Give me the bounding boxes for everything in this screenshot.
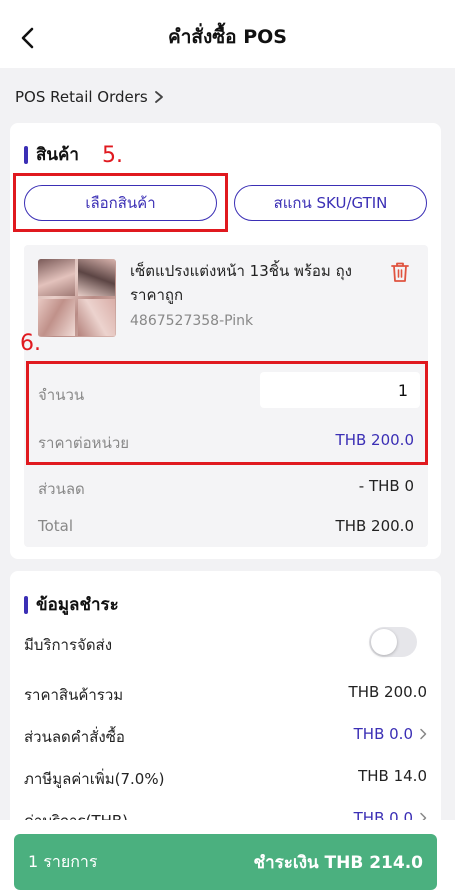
section-accent-bar: [24, 595, 28, 614]
shipping-toggle[interactable]: [369, 627, 417, 657]
annotation-step-5: 5.: [102, 143, 123, 168]
discount-value: - THB 0: [358, 477, 414, 495]
product-thumbnail: [38, 259, 116, 337]
products-section-title: สินค้า: [24, 141, 79, 168]
subtotal-value: THB 200.0: [349, 683, 427, 701]
annotation-step-6: 6.: [20, 331, 41, 356]
discount-label: ส่วนลด: [38, 480, 85, 498]
products-title-label: สินค้า: [36, 145, 79, 165]
checkout-button[interactable]: 1 รายการ ชำระเงิน THB 214.0: [14, 834, 437, 890]
item-count: 1 รายการ: [28, 851, 98, 871]
chevron-right-icon: [420, 728, 427, 740]
scan-sku-button[interactable]: สแกน SKU/GTIN: [234, 185, 427, 221]
chevron-right-icon: [154, 91, 163, 103]
order-discount-value-text: THB 0.0: [353, 725, 413, 743]
annotation-box-quantity: [26, 361, 428, 465]
breadcrumb[interactable]: POS Retail Orders: [15, 84, 164, 110]
order-discount-value[interactable]: THB 0.0: [354, 725, 427, 743]
delete-item-button[interactable]: [390, 261, 410, 287]
payment-title-label: ข้อมูลชำระ: [36, 595, 119, 615]
payment-section-title: ข้อมูลชำระ: [24, 591, 119, 618]
total-label: Total: [38, 517, 74, 535]
products-card: สินค้า 5. เลือกสินค้า สแกน SKU/GTIN เซ็ต…: [10, 123, 441, 559]
product-sku: 4867527358-Pink: [130, 313, 254, 329]
pos-order-screen: คำสั่งซื้อ POS POS Retail Orders สินค้า …: [0, 0, 455, 895]
pay-label: ชำระเงิน THB 214.0: [253, 852, 423, 873]
vat-value-text: THB 14.0: [358, 767, 427, 785]
subtotal-label: ราคาสินค้ารวม: [24, 686, 124, 704]
breadcrumb-label: POS Retail Orders: [15, 88, 148, 106]
vat-value: THB 14.0: [358, 767, 427, 785]
order-discount-label: ส่วนลดคำสั่งซื้อ: [24, 728, 125, 746]
vat-label: ภาษีมูลค่าเพิ่ม(7.0%): [24, 770, 165, 788]
back-button[interactable]: [14, 24, 42, 52]
product-name: เซ็ตแปรงแต่งหน้า 13ชิ้น พร้อม ถุง ราคาถู…: [130, 262, 352, 304]
select-product-button[interactable]: เลือกสินค้า: [24, 185, 217, 221]
subtotal-value-text: THB 200.0: [348, 683, 427, 701]
section-accent-bar: [24, 145, 28, 164]
shipping-label: มีบริการจัดส่ง: [24, 636, 113, 654]
top-bar: คำสั่งซื้อ POS: [0, 0, 455, 68]
page-title: คำสั่งซื้อ POS: [168, 26, 287, 48]
chevron-left-icon: [21, 27, 34, 49]
payment-card: ข้อมูลชำระ มีบริการจัดส่ง ราคาสินค้ารวม …: [10, 571, 441, 831]
total-value: THB 200.0: [335, 517, 414, 535]
trash-icon: [391, 262, 409, 282]
toggle-knob: [371, 629, 397, 655]
